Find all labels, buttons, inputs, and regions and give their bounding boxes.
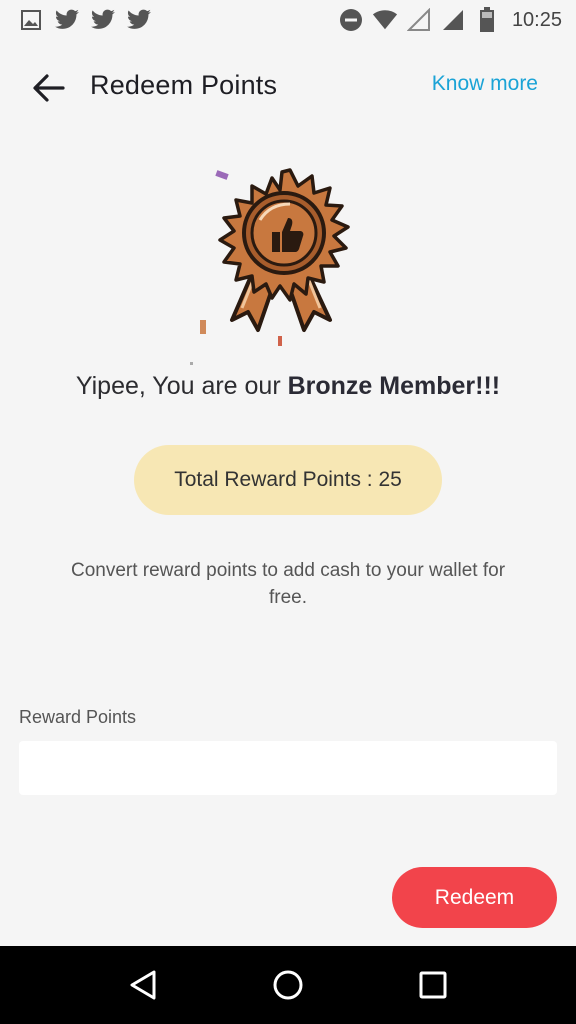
status-bar: 10:25: [0, 0, 576, 40]
arrow-left-icon: [33, 74, 65, 102]
total-reward-points-badge: Total Reward Points : 25: [134, 445, 442, 515]
status-time: 10:25: [511, 8, 562, 31]
nav-home-button[interactable]: [258, 955, 318, 1015]
recents-square-icon: [419, 971, 447, 999]
convert-note: Convert reward points to add cash to you…: [70, 560, 506, 608]
twitter-icon: [90, 7, 116, 33]
system-status-icons: 10:25: [338, 7, 562, 33]
know-more-link[interactable]: Know more: [432, 72, 538, 96]
home-circle-icon: [273, 970, 303, 1000]
redeem-points-screen: 10:25 Redeem Points Know more Yipee, You…: [0, 0, 576, 1024]
nav-back-button[interactable]: [113, 955, 173, 1015]
reward-points-input[interactable]: [19, 741, 557, 795]
navigation-bar: [0, 946, 576, 1024]
notification-icons: [18, 7, 152, 33]
bronze-badge-illustration: [180, 160, 380, 370]
twitter-icon: [126, 7, 152, 33]
signal-empty-icon: [406, 7, 432, 33]
battery-icon: [474, 7, 500, 33]
reward-points-label: Reward Points: [19, 707, 137, 727]
app-bar: Redeem Points Know more: [0, 54, 576, 118]
twitter-icon: [54, 7, 80, 33]
do-not-disturb-icon: [338, 7, 364, 33]
headline-prefix: Yipee, You are our: [75, 372, 288, 400]
medal-icon: [190, 168, 350, 365]
back-triangle-icon: [130, 970, 156, 1000]
wifi-icon: [372, 7, 398, 33]
nav-recents-button[interactable]: [403, 955, 463, 1015]
signal-icon: [440, 7, 466, 33]
membership-headline: Yipee, You are our Bronze Member!!!: [0, 372, 576, 401]
image-icon: [18, 7, 44, 33]
member-tier: Bronze Member!!!: [287, 372, 501, 400]
redeem-button[interactable]: Redeem: [392, 867, 557, 928]
back-button[interactable]: [26, 70, 70, 106]
page-title: Redeem Points: [90, 70, 278, 100]
total-reward-points-text: Total Reward Points : 25: [174, 468, 402, 491]
